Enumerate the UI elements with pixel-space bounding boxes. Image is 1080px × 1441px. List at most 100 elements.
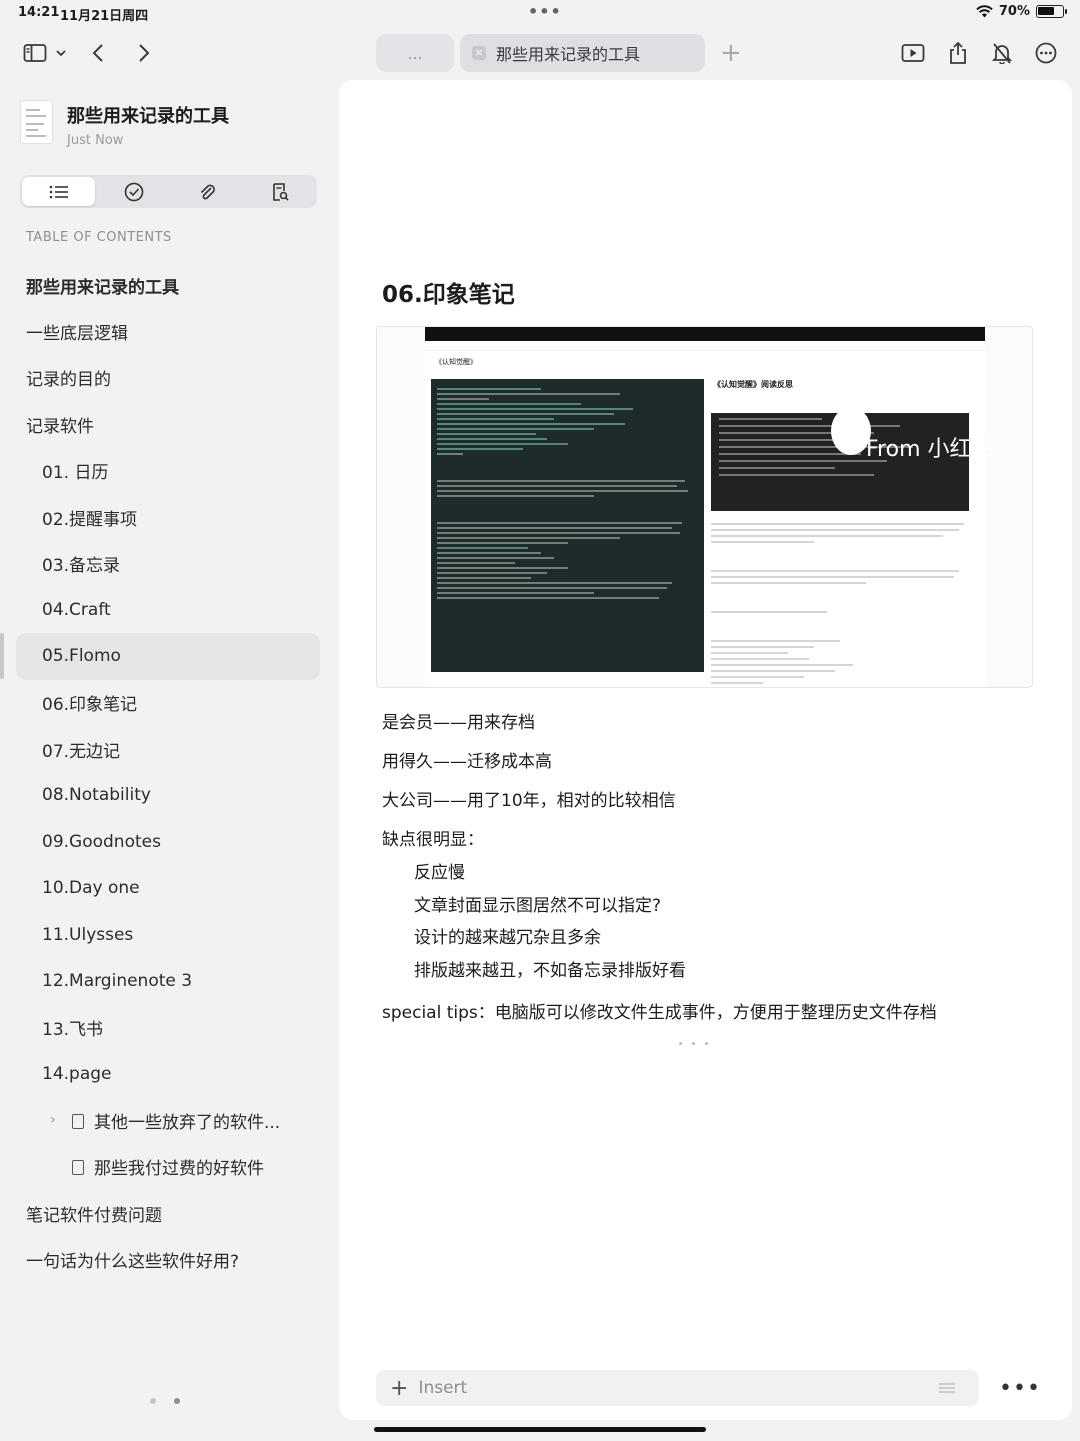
bell-slash-icon [991, 43, 1013, 64]
segment-search[interactable] [244, 175, 317, 208]
toc-item-label: 一句话为什么这些软件好用? [26, 1251, 240, 1272]
table-of-contents: 那些用来记录的工具 一些底层逻辑 记录的目的 记录软件 01. 日历 02.提醒… [0, 262, 336, 1283]
toc-item-label: 05.Flomo [42, 646, 121, 667]
document-title: 那些用来记录的工具 [67, 106, 229, 127]
image-watermark: From 小红书 [866, 437, 994, 462]
toc-item[interactable]: 记录软件 [0, 401, 336, 447]
segment-toc[interactable] [22, 177, 96, 206]
toc-item[interactable]: 一些底层逻辑 [0, 308, 336, 354]
toc-item[interactable]: 笔记软件付费问题 [0, 1190, 336, 1236]
status-right: 70% [976, 4, 1067, 19]
insert-placeholder: Insert [418, 1378, 468, 1398]
toc-item-label: 11.Ulysses [42, 924, 134, 945]
back-button[interactable] [86, 38, 110, 68]
toc-item[interactable]: 03.备忘录 [0, 540, 336, 586]
toc-item[interactable]: 09.Goodnotes [0, 819, 336, 865]
page-break-dots [679, 1042, 708, 1045]
wifi-icon [976, 5, 993, 18]
toc-item[interactable]: 10.Day one [0, 865, 336, 911]
status-bar: 14:21 11月21日周四 ••• 70% [0, 0, 1080, 26]
segment-attachments[interactable] [171, 175, 244, 208]
toc-item[interactable]: 一句话为什么这些软件好用? [0, 1236, 336, 1282]
share-button[interactable] [944, 38, 972, 68]
paperclip-icon [201, 184, 215, 199]
image-note-label: 《认知觉醒》 [435, 358, 477, 366]
multitasking-dots[interactable]: ••• [528, 2, 562, 21]
grip-icon[interactable] [939, 1383, 955, 1393]
sidebar-icon [23, 44, 47, 62]
app-toolbar: ... × 那些用来记录的工具 + [0, 30, 1080, 76]
paragraph: 是会员——用来存档 [382, 713, 535, 733]
toc-item[interactable]: 记录的目的 [0, 355, 336, 401]
insert-more-button[interactable]: ••• [999, 1376, 1041, 1401]
toc-item-label: 一些底层逻辑 [26, 324, 128, 345]
tab-active-label: 那些用来记录的工具 [496, 45, 641, 64]
toc-item[interactable]: 11.Ulysses [0, 911, 336, 957]
toc-item-label: 那些用来记录的工具 [26, 277, 179, 298]
cons-item: 文章封面显示图居然不可以指定? [414, 895, 662, 916]
page-icon [72, 1113, 84, 1129]
toc-item[interactable]: 06.印象笔记 [0, 680, 336, 726]
more-options-button[interactable] [1032, 38, 1060, 68]
new-tab-button[interactable]: + [720, 38, 742, 68]
present-button[interactable] [898, 38, 928, 68]
chevron-down-icon [56, 50, 66, 57]
toc-item[interactable]: 04.Craft [0, 587, 336, 633]
status-time: 14:21 [18, 5, 60, 20]
toc-item-label: 笔记软件付费问题 [26, 1205, 162, 1226]
toc-item-label: 08.Notability [42, 785, 151, 806]
share-icon [950, 41, 966, 64]
image-reflection-note: 《认知觉醒》阅读反思 From 小红书 [711, 379, 994, 684]
document-thumbnail [20, 100, 53, 144]
toc-item-label: 03.备忘录 [42, 556, 121, 577]
tab-active-document[interactable]: × 那些用来记录的工具 [460, 34, 705, 72]
segment-tasks[interactable] [97, 175, 170, 208]
toc-item-subpage[interactable]: 那些我付过费的好软件 [0, 1143, 336, 1189]
ellipsis-circle-icon [1035, 42, 1057, 64]
screenshot-image: 《认知觉醒》 《认知觉醒》阅读反思 From 小红书 [425, 327, 994, 687]
list-icon [49, 185, 68, 198]
toc-item-label: 06.印象笔记 [42, 695, 138, 716]
chevron-right-icon[interactable]: › [50, 1112, 56, 1128]
toc-item-label: 记录软件 [26, 416, 94, 437]
toc-item[interactable]: 08.Notability [0, 772, 336, 818]
tab-close-icon[interactable]: × [472, 46, 486, 60]
cons-item: 排版越来越丑，不如备忘录排版好看 [414, 960, 686, 981]
special-tips: special tips：电脑版可以修改文件生成事件，方便用于整理历史文件存档 [382, 1003, 937, 1023]
home-indicator[interactable] [374, 1427, 706, 1432]
cons-item: 反应慢 [414, 863, 465, 883]
sidebar-toggle-button[interactable] [20, 38, 70, 68]
page-icon [72, 1160, 84, 1176]
forward-button[interactable] [132, 38, 156, 68]
doc-search-icon [273, 182, 289, 201]
toc-item-label: 09.Goodnotes [42, 831, 161, 852]
page-indicator[interactable] [150, 1398, 180, 1404]
toc-item-label: 07.无边记 [42, 741, 121, 762]
notifications-button[interactable] [988, 38, 1016, 68]
toc-item-label: 02.提醒事项 [42, 509, 138, 530]
toc-item[interactable]: 02.提醒事项 [0, 494, 336, 540]
embedded-image[interactable]: 《认知觉醒》 《认知觉醒》阅读反思 From 小红书 [376, 326, 1033, 688]
document-header[interactable]: 那些用来记录的工具 Just Now [20, 100, 229, 148]
toc-item[interactable]: 12.Marginenote 3 [0, 958, 336, 1004]
toc-item[interactable]: 01. 日历 [0, 448, 336, 494]
image-right-title: 《认知觉醒》阅读反思 [713, 380, 793, 389]
toc-item[interactable]: 那些用来记录的工具 [0, 262, 336, 308]
toc-item[interactable]: 07.无边记 [0, 726, 336, 772]
toc-item-label: 04.Craft [42, 599, 111, 620]
toc-item-selected[interactable]: 05.Flomo [0, 633, 320, 680]
toc-label: TABLE OF CONTENTS [26, 230, 172, 245]
toc-item[interactable]: 13.飞书 [0, 1004, 336, 1050]
toc-item-label: 记录的目的 [26, 370, 111, 391]
toc-item-subpage[interactable]: › 其他一些放弃了的软件... [0, 1097, 336, 1143]
paragraph: 缺点很明显： [382, 830, 484, 850]
cons-item: 设计的越来越冗杂且多余 [414, 928, 601, 948]
tab-previous[interactable]: ... [376, 34, 454, 72]
insert-bar[interactable]: + Insert [376, 1370, 979, 1406]
toc-item-label: 12.Marginenote 3 [42, 971, 193, 992]
battery-percent: 70% [998, 4, 1030, 19]
toc-item[interactable]: 14.page [0, 1051, 336, 1097]
toc-item-label: 01. 日历 [42, 463, 109, 484]
image-dark-note [431, 379, 704, 672]
paragraph: 用得久——迁移成本高 [382, 752, 552, 772]
